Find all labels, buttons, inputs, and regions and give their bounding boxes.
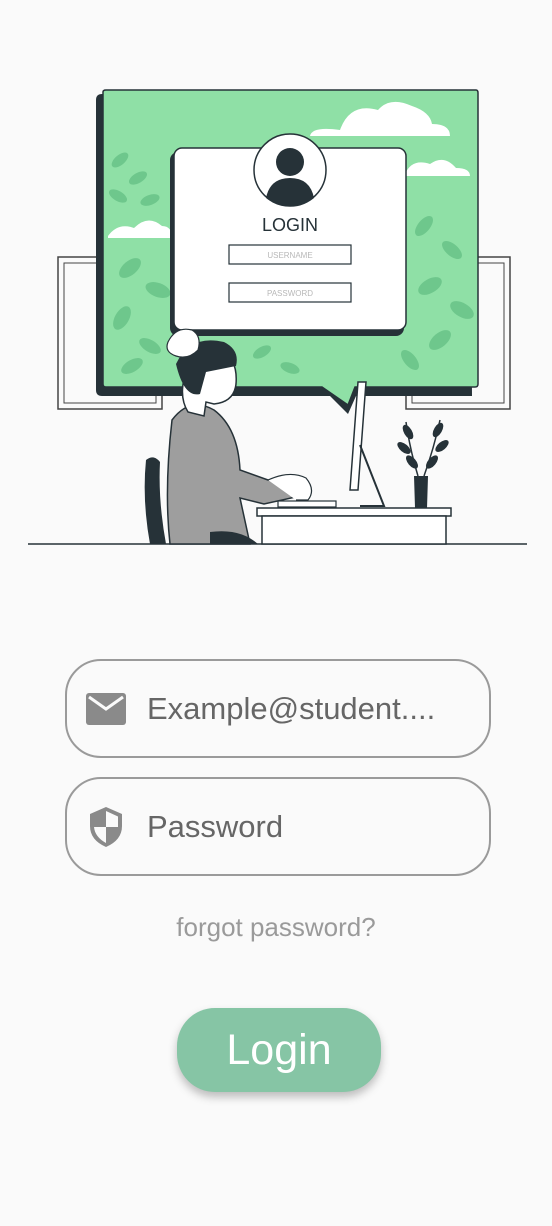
card-title: LOGIN (262, 215, 318, 235)
mail-icon (85, 688, 127, 730)
card-password-field: PASSWORD (267, 289, 313, 298)
login-illustration: LOGIN USERNAME PASSWORD (28, 89, 527, 545)
password-field[interactable] (65, 777, 491, 876)
password-input[interactable] (147, 808, 447, 845)
forgot-password-link[interactable]: forgot password? (0, 912, 552, 943)
login-button[interactable]: Login (177, 1008, 381, 1092)
card-username-field: USERNAME (267, 251, 312, 260)
email-field[interactable] (65, 659, 491, 758)
email-input[interactable] (147, 690, 447, 727)
shield-icon (85, 806, 127, 848)
